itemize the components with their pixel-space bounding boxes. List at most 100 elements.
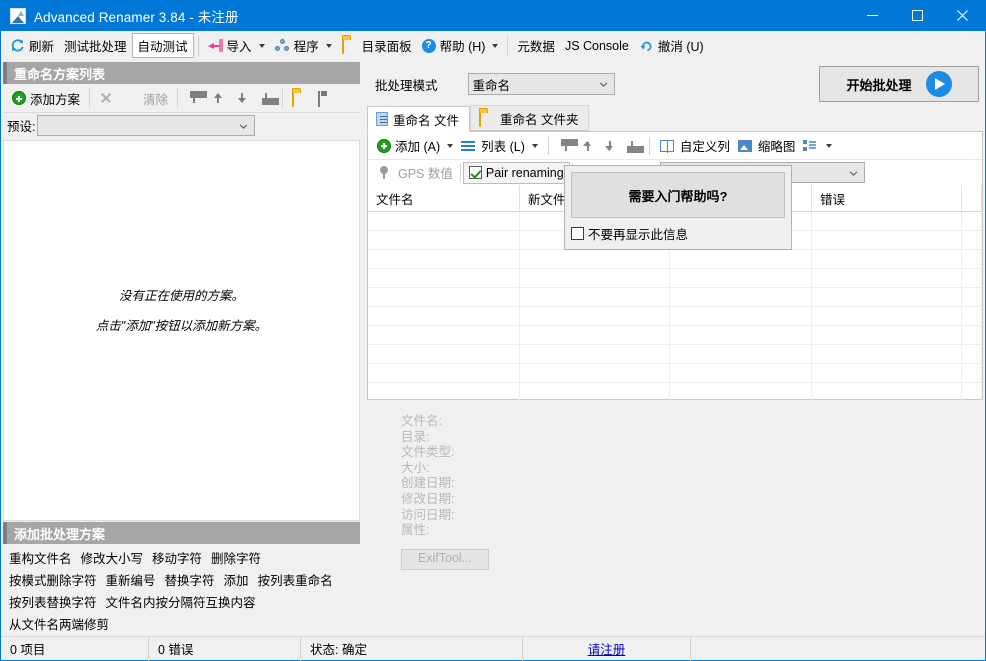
tab-rename-files[interactable]: 重命名 文件 <box>367 106 470 132</box>
import-label: 导入 <box>227 36 252 55</box>
property-filetype: 文件类型: <box>401 445 983 461</box>
remove-scheme-button[interactable] <box>94 86 118 110</box>
column-header-filename[interactable]: 文件名 <box>368 185 520 211</box>
batch-method-rebuild-filename[interactable]: 重构文件名 <box>9 552 72 566</box>
tab-rename-folders[interactable]: 重命名 文件夹 <box>470 105 589 131</box>
table-row[interactable] <box>368 326 982 345</box>
add-scheme-button[interactable]: 添加方案 <box>7 86 85 110</box>
checkbox-unchecked-icon[interactable] <box>571 227 584 240</box>
program-button[interactable]: 程序 <box>270 33 337 58</box>
gps-values-button[interactable]: GPS 数值 <box>373 162 458 184</box>
status-items: 0 项目 <box>1 637 149 661</box>
table-row[interactable] <box>368 364 982 383</box>
getting-started-button[interactable]: 需要入门帮助吗? <box>571 172 785 218</box>
batch-method-trim-both-ends[interactable]: 从文件名两端修剪 <box>9 618 109 632</box>
scheme-list-header: 重命名方案列表 <box>3 62 360 84</box>
pair-renaming-label: Pair renaming <box>486 166 564 180</box>
folder-open-icon <box>292 92 308 105</box>
batch-method-remove-chars[interactable]: 删除字符 <box>211 552 261 566</box>
close-button[interactable] <box>940 0 985 31</box>
dir-panel-button[interactable]: 目录面板 <box>337 33 417 58</box>
save-scheme-button[interactable] <box>313 86 339 110</box>
batch-method-move-chars[interactable]: 移动字符 <box>152 552 202 566</box>
property-directory: 目录: <box>401 430 983 446</box>
register-link[interactable]: 请注册 <box>588 639 626 658</box>
exiftool-button[interactable]: ExifTool... <box>401 549 489 570</box>
plus-circle-icon <box>377 139 391 153</box>
batch-method-change-case[interactable]: 修改大小写 <box>81 552 144 566</box>
undo-button[interactable]: 撤消 (U) <box>634 33 709 58</box>
add-files-button[interactable]: 添加 (A) <box>373 134 457 158</box>
table-row[interactable] <box>368 345 982 364</box>
chevron-down-icon[interactable] <box>532 144 538 148</box>
open-scheme-button[interactable] <box>287 86 313 110</box>
grid-move-bottom-button[interactable] <box>621 134 643 158</box>
grouping-icon <box>803 140 819 152</box>
preset-row: 预设: <box>3 112 360 138</box>
batch-mode-label: 批处理模式 <box>375 75 438 94</box>
grouping-button[interactable] <box>799 134 836 158</box>
chevron-down-icon[interactable] <box>259 44 265 48</box>
metadata-button[interactable]: 元数据 <box>512 33 560 58</box>
batch-method-add[interactable]: 添加 <box>224 574 249 588</box>
arrow-down-icon <box>603 138 617 154</box>
tab-rename-files-label: 重命名 文件 <box>393 110 459 129</box>
thumbnail-button[interactable]: 缩略图 <box>734 134 800 158</box>
table-row[interactable] <box>368 269 982 288</box>
app-logo-icon <box>10 8 26 24</box>
chevron-down-icon[interactable] <box>826 144 832 148</box>
grid-move-top-button[interactable] <box>555 134 577 158</box>
refresh-button[interactable]: 刷新 <box>5 33 59 58</box>
help-button[interactable]: ? 帮助 (H) <box>417 33 504 58</box>
table-row[interactable] <box>368 288 982 307</box>
table-row[interactable] <box>368 250 982 269</box>
maximize-button[interactable] <box>895 0 940 31</box>
pin-icon <box>378 166 394 180</box>
batch-method-replace-chars[interactable]: 替换字符 <box>165 574 215 588</box>
chevron-down-icon <box>239 124 248 129</box>
scheme-empty-line-1: 没有正在使用的方案。 <box>119 281 244 311</box>
register-link-cell[interactable]: 请注册 <box>523 637 691 661</box>
application-window: Advanced Renamer 3.84 - 未注册 刷新 测试批处理 <box>0 0 986 661</box>
move-bottom-button[interactable] <box>254 86 278 110</box>
grid-move-up-button[interactable] <box>577 134 599 158</box>
batch-method-renumber[interactable]: 重新编号 <box>106 574 156 588</box>
js-console-button[interactable]: JS Console <box>560 33 634 58</box>
gps-values-label: GPS 数值 <box>398 163 453 182</box>
batch-method-swap-by-delimiter[interactable]: 文件名内按分隔符互换内容 <box>106 596 256 610</box>
table-row[interactable] <box>368 307 982 326</box>
column-header-filler <box>962 185 982 211</box>
auto-test-button[interactable]: 自动测试 <box>132 33 194 58</box>
column-header-error[interactable]: 错误 <box>812 185 962 211</box>
chevron-down-icon[interactable] <box>492 44 498 48</box>
chevron-down-icon[interactable] <box>447 144 453 148</box>
batch-mode-combo[interactable]: 重命名 <box>468 73 615 95</box>
grid-move-down-button[interactable] <box>599 134 621 158</box>
batch-method-rename-by-list[interactable]: 按列表重命名 <box>258 574 333 588</box>
property-created-date: 创建日期: <box>401 476 983 492</box>
chevron-down-icon[interactable] <box>326 44 332 48</box>
move-top-button[interactable] <box>182 86 206 110</box>
dont-show-again-row[interactable]: 不要再显示此信息 <box>571 224 785 243</box>
scheme-list-panel: 重命名方案列表 添加方案 清除 <box>3 62 360 634</box>
batch-method-replace-by-list[interactable]: 按列表替换字符 <box>9 596 97 610</box>
scheme-list-area[interactable]: 没有正在使用的方案。 点击"添加"按钮以添加新方案。 <box>3 140 360 521</box>
tab-strip: 重命名 文件 重命名 文件夹 <box>367 106 983 132</box>
import-button[interactable]: 导入 <box>203 33 270 58</box>
test-batch-button[interactable]: 测试批处理 <box>59 33 132 58</box>
list-button[interactable]: 列表 (L) <box>457 134 542 158</box>
title-bar: Advanced Renamer 3.84 - 未注册 <box>1 0 985 31</box>
minimize-button[interactable] <box>850 0 895 31</box>
folder-icon <box>342 39 358 52</box>
play-icon <box>926 71 952 97</box>
table-row[interactable] <box>368 383 982 402</box>
move-down-button[interactable] <box>230 86 254 110</box>
preset-combo[interactable] <box>37 115 255 136</box>
clear-schemes-button[interactable]: 清除 <box>118 86 173 110</box>
move-up-button[interactable] <box>206 86 230 110</box>
property-attributes: 属性: <box>401 523 983 539</box>
custom-columns-button[interactable]: 自定义列 <box>656 134 734 158</box>
pair-renaming-toggle[interactable]: Pair renaming <box>463 162 570 184</box>
start-batch-button[interactable]: 开始批处理 <box>819 66 979 102</box>
batch-method-remove-pattern[interactable]: 按模式删除字符 <box>9 574 97 588</box>
